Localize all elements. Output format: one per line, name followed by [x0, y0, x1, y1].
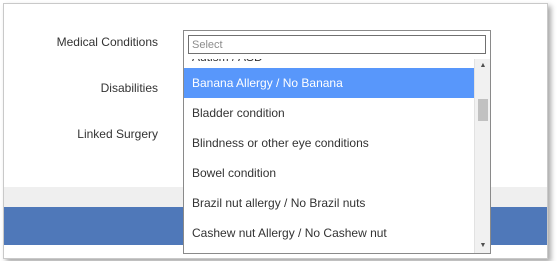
form-panel: Medical Conditions Disabilities Linked S… — [3, 3, 548, 259]
dropdown-option-blindness[interactable]: Blindness or other eye conditions — [184, 128, 474, 158]
medical-conditions-dropdown[interactable]: Autism / ASD Banana Allergy / No Banana … — [183, 30, 491, 254]
dropdown-options-list: Autism / ASD Banana Allergy / No Banana … — [184, 59, 474, 248]
dropdown-search-area — [184, 31, 490, 59]
dropdown-option-cashew-nut-allergy[interactable]: Cashew nut Allergy / No Cashew nut — [184, 218, 474, 248]
disabilities-label: Disabilities — [100, 81, 158, 95]
triangle-down-icon[interactable]: ▼ — [475, 239, 491, 253]
dropdown-search-input[interactable] — [188, 35, 486, 54]
dropdown-option-autism[interactable]: Autism / ASD — [184, 59, 474, 68]
triangle-up-icon[interactable]: ▲ — [475, 59, 491, 73]
dropdown-option-banana-allergy[interactable]: Banana Allergy / No Banana — [184, 68, 474, 98]
dropdown-option-bowel-condition[interactable]: Bowel condition — [184, 158, 474, 188]
scrollbar-thumb[interactable] — [478, 99, 488, 121]
dropdown-option-brazil-nut-allergy[interactable]: Brazil nut allergy / No Brazil nuts — [184, 188, 474, 218]
dropdown-options-viewport: Autism / ASD Banana Allergy / No Banana … — [184, 59, 474, 253]
dropdown-scrollbar[interactable]: ▲ ▼ — [474, 59, 490, 253]
linked-surgery-label: Linked Surgery — [77, 127, 158, 141]
medical-conditions-label: Medical Conditions — [56, 35, 158, 49]
dropdown-option-bladder-condition[interactable]: Bladder condition — [184, 98, 474, 128]
